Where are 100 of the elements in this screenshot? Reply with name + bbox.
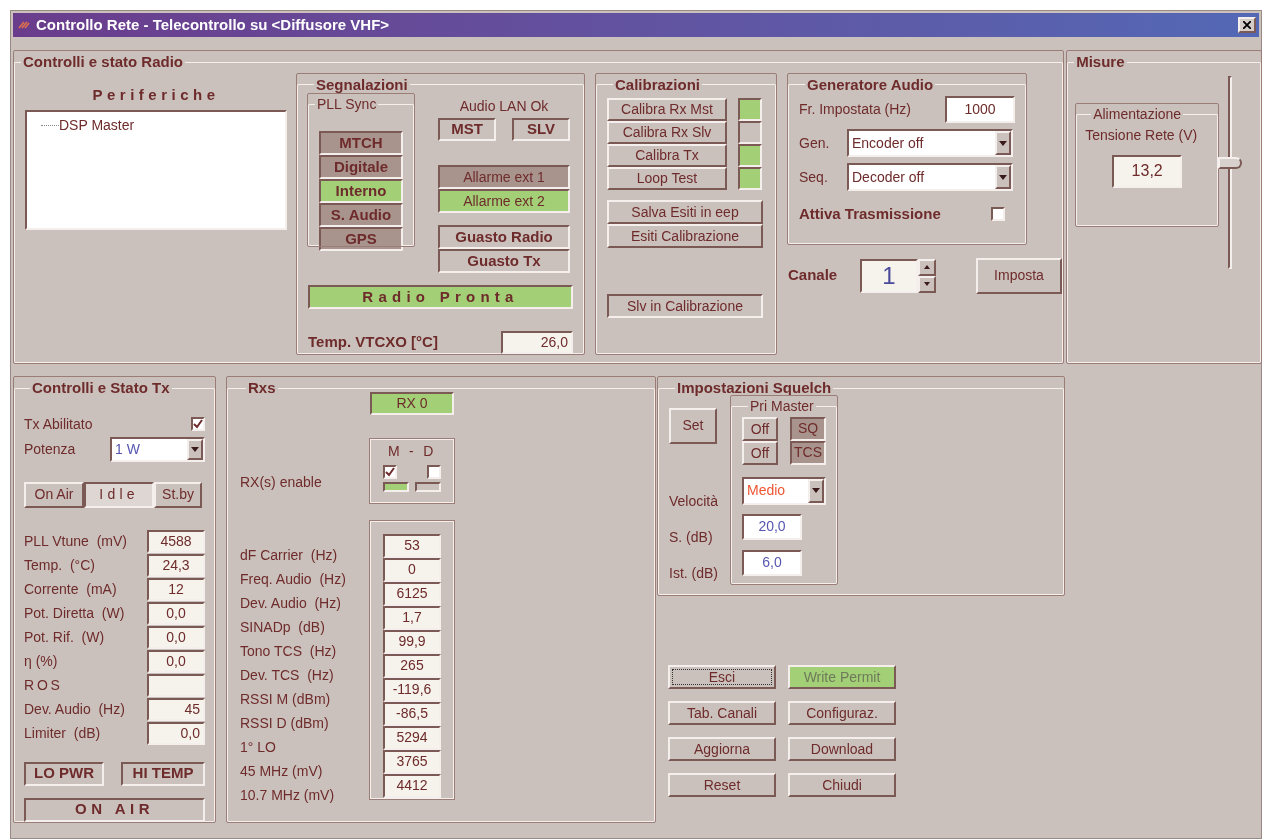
input-field[interactable]: 6,0 <box>742 549 802 576</box>
mode-button[interactable]: St.by <box>154 481 202 508</box>
dropdown[interactable]: Medio <box>742 476 826 505</box>
field-label: Potenza <box>24 439 77 459</box>
group-title: Misure <box>1075 52 1126 72</box>
value-field <box>147 674 205 697</box>
calibration-button[interactable]: Loop Test <box>607 167 727 190</box>
value-field: 0,0 <box>147 650 205 673</box>
field-label: PLL Vtune (mV) <box>24 532 128 551</box>
field-label: Gen. <box>799 133 831 153</box>
field-label: 10.7 MHz (mV) <box>240 785 336 805</box>
close-icon[interactable] <box>1243 21 1251 29</box>
action-button[interactable]: Salva Esiti in eep <box>607 200 763 224</box>
action-button[interactable]: Aggiorna <box>668 737 776 761</box>
field-label: Pot. Rif. (W) <box>24 628 106 647</box>
field-label: η (%) <box>24 652 59 671</box>
calibration-button[interactable]: Calibra Rx Slv <box>607 121 727 144</box>
checkbox-label: Tx Abilitato <box>24 414 94 434</box>
alarm-lamp: Allarme ext 1 <box>438 165 570 189</box>
dropdown[interactable]: 1 W <box>110 436 205 462</box>
mode-button[interactable]: On Air <box>24 481 84 508</box>
mode-button[interactable]: Idle <box>84 481 154 508</box>
group-title: Alimentazione <box>1092 104 1183 124</box>
value-field: 4588 <box>147 530 205 553</box>
set-button[interactable]: Set <box>669 407 717 444</box>
field-label: Dev. Audio (Hz) <box>240 593 342 613</box>
value-field: 6125 <box>383 581 441 606</box>
field-label: S. (dB) <box>669 527 714 547</box>
action-button[interactable]: Tab. Canali <box>668 701 776 725</box>
field-label: Temp. (°C) <box>24 556 96 575</box>
field-label: Freq. Audio (Hz) <box>240 569 347 589</box>
status-indicator: ON AIR <box>24 797 205 822</box>
action-button[interactable]: Chiudi <box>788 773 896 797</box>
status-indicator: Guasto Radio <box>438 225 570 249</box>
frequency-field[interactable]: 1000 <box>945 96 1015 123</box>
calibration-button[interactable]: Calibra Rx Mst <box>607 98 727 121</box>
field-label: Fr. Impostata (Hz) <box>799 100 912 119</box>
list-title: Periferiche <box>91 84 221 105</box>
field-label: RSSI D (dBm) <box>240 713 330 733</box>
checkbox[interactable] <box>991 207 1005 222</box>
alarm-lamp: Allarme ext 2 <box>438 189 570 213</box>
status-banner: Radio Pronta <box>308 285 573 309</box>
value-field: 45 <box>147 698 205 721</box>
spin-up-icon[interactable] <box>918 258 936 276</box>
field-label: Velocità <box>669 491 720 511</box>
action-button[interactable]: Esiti Calibrazione <box>607 224 763 248</box>
action-button[interactable]: Reset <box>668 773 776 797</box>
value-field: 0,0 <box>147 626 205 649</box>
calibration-button[interactable]: Calibra Tx <box>607 144 727 167</box>
toggle-button[interactable]: Off <box>742 416 778 441</box>
value-field: 1,7 <box>383 605 441 630</box>
group-title: Controlli e stato Radio <box>22 52 184 72</box>
close-button[interactable] <box>1238 17 1256 33</box>
window-title: Controllo Rete - Telecontrollo su <Diffusore VHF> <box>36 14 390 35</box>
status-lamp: RX 0 <box>370 391 454 415</box>
slider[interactable] <box>1218 75 1243 269</box>
checkbox[interactable] <box>383 464 397 479</box>
set-button[interactable]: Imposta <box>976 257 1062 294</box>
value-field: 0 <box>383 557 441 582</box>
status-indicator: LO PWR <box>24 761 104 786</box>
column-label: M - D <box>386 441 438 461</box>
checkbox[interactable] <box>427 464 441 479</box>
action-button[interactable]: Esci <box>668 665 776 689</box>
section-label: Audio LAN Ok <box>458 97 550 116</box>
group-title: Calibrazioni <box>614 74 701 95</box>
status-lamp: MTCH <box>319 131 403 155</box>
slider-thumb[interactable] <box>1218 156 1243 169</box>
field-label: Ist. (dB) <box>669 563 719 583</box>
field-label: Dev. TCS (Hz) <box>240 665 335 685</box>
channel-spinner[interactable]: 1 <box>860 258 936 293</box>
field-label: Dev. Audio (Hz) <box>24 700 126 719</box>
value-field: 24,3 <box>147 554 205 577</box>
app-icon <box>17 20 31 30</box>
field-label: Temp. VTCXO [°C] <box>308 332 438 353</box>
group-title: Impostazioni Squelch <box>676 378 833 398</box>
status-lamp: Digitale <box>319 155 403 179</box>
field-label: 1° LO <box>240 737 277 757</box>
value-field: 0,0 <box>147 602 205 625</box>
group-title: Generatore Audio <box>806 74 935 95</box>
checkbox[interactable] <box>191 417 205 431</box>
toggle-button[interactable]: Off <box>742 440 778 465</box>
action-button[interactable]: Configuraz. <box>788 701 896 725</box>
tree-item[interactable]: DSP Master <box>59 115 135 136</box>
dropdown[interactable]: Encoder off <box>847 129 1013 157</box>
tree-line <box>41 125 59 126</box>
group-title: Controlli e Stato Tx <box>31 378 171 398</box>
input-field[interactable]: 20,0 <box>742 513 802 540</box>
group-title: PLL Sync <box>316 95 378 114</box>
action-button[interactable]: Download <box>788 737 896 761</box>
value-field: 99,9 <box>383 629 441 654</box>
status-lamp: TCS <box>790 440 826 465</box>
dropdown-value: Medio <box>746 481 787 500</box>
value-field: 5294 <box>383 725 441 750</box>
field-label: SINADp (dB) <box>240 617 326 637</box>
status-indicator: Guasto Tx <box>438 249 570 273</box>
dropdown[interactable]: Decoder off <box>847 163 1013 191</box>
field-label: Pot. Diretta (W) <box>24 604 126 623</box>
field-label: Limiter (dB) <box>24 724 102 743</box>
dropdown-value: Encoder off <box>851 133 925 153</box>
field-label: Tensione Rete (V) <box>1085 125 1199 145</box>
